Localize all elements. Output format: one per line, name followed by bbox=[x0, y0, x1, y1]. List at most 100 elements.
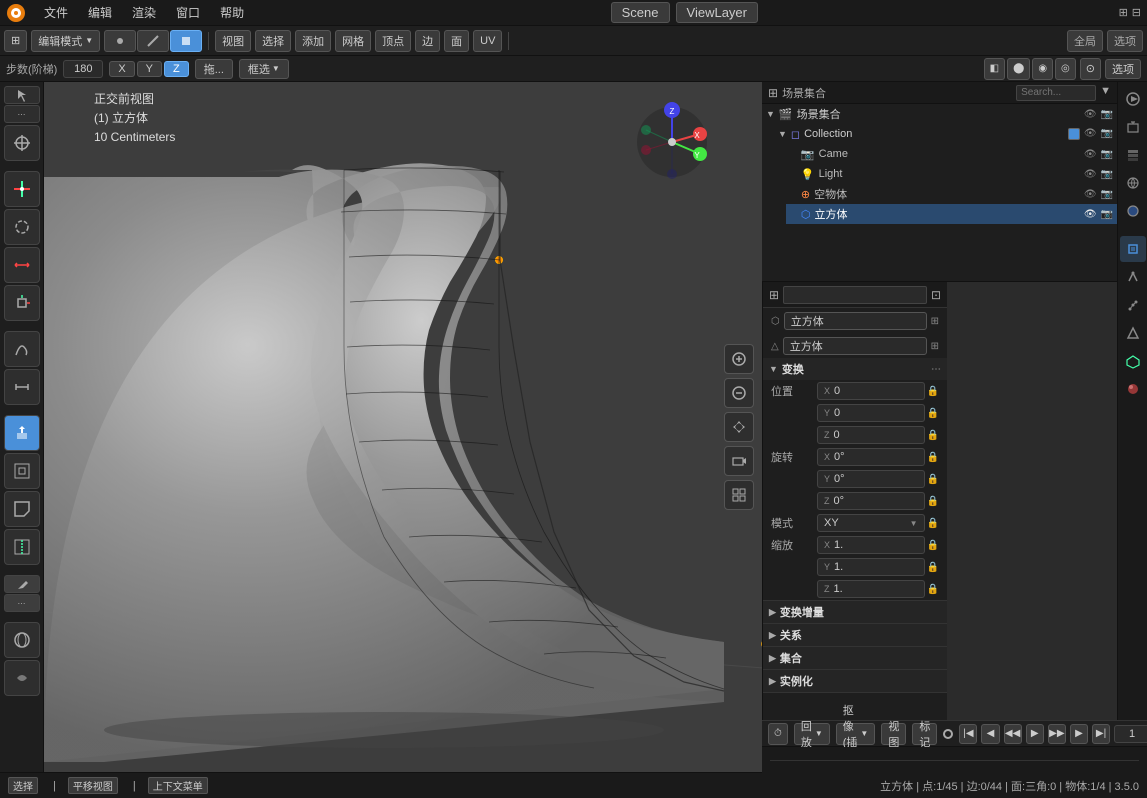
pos-x-lock[interactable]: 🔒 bbox=[927, 386, 939, 397]
output-props-btn[interactable] bbox=[1120, 114, 1146, 140]
bevel-btn[interactable] bbox=[4, 491, 40, 527]
rot-z-field[interactable]: Z 0° bbox=[817, 492, 925, 510]
pos-y-field[interactable]: Y 0 bbox=[817, 404, 925, 422]
material-view-btn[interactable]: ◉ bbox=[1032, 58, 1053, 80]
add-menu[interactable]: 添加 bbox=[295, 30, 331, 52]
uv-menu[interactable]: UV bbox=[473, 30, 502, 52]
vertex-menu[interactable]: 顶点 bbox=[375, 30, 411, 52]
scale-y-lock[interactable]: 🔒 bbox=[927, 562, 939, 573]
camera-render-icon[interactable]: 📷 bbox=[1101, 149, 1113, 160]
transform-header[interactable]: ▼ 变换 ⋯ bbox=[763, 358, 947, 380]
skip-to-start-btn[interactable]: |◀ bbox=[959, 724, 977, 744]
move-tool-btn[interactable] bbox=[4, 171, 40, 207]
prev-keyframe-btn[interactable]: ◀◀ bbox=[1004, 724, 1022, 744]
drag-btn[interactable]: 拖... bbox=[195, 59, 233, 79]
pos-x-field[interactable]: X 0 bbox=[817, 382, 925, 400]
view-menu[interactable]: 视图 bbox=[215, 30, 251, 52]
x-axis-btn[interactable]: X bbox=[109, 61, 134, 77]
bisect-btn[interactable]: ⋯ bbox=[4, 594, 40, 612]
collections-header[interactable]: ▶ 集合 bbox=[763, 647, 947, 669]
mode-field[interactable]: XY ▼ bbox=[817, 514, 925, 532]
viewport-gizmo[interactable]: X Y Z bbox=[632, 102, 712, 182]
props-expand-icon[interactable]: ⊡ bbox=[931, 288, 941, 302]
rot-y-lock[interactable]: 🔒 bbox=[927, 474, 939, 485]
viewport[interactable]: 正交前视图 (1) 立方体 10 Centimeters X Y bbox=[44, 82, 762, 772]
global-btn[interactable]: 全局 bbox=[1067, 30, 1103, 52]
mode-selector[interactable]: 编辑模式 ▼ bbox=[31, 30, 100, 52]
playback-dropdown[interactable]: 回放 ▼ bbox=[794, 723, 830, 745]
object-props-btn[interactable] bbox=[1120, 236, 1146, 262]
camera-item[interactable]: ▶ 📷 Came 👁 📷 bbox=[786, 144, 1117, 164]
y-axis-btn[interactable]: Y bbox=[137, 61, 162, 77]
scene-collection-item[interactable]: ▼ 🎬 场景集合 👁 📷 bbox=[762, 104, 1117, 124]
render-view-btn[interactable]: ◎ bbox=[1055, 58, 1076, 80]
menu-file[interactable]: 文件 bbox=[38, 2, 74, 23]
scene-camera-icon[interactable]: 📷 bbox=[1101, 109, 1113, 120]
vertex-mode-btn[interactable] bbox=[104, 30, 136, 52]
scale-x-field[interactable]: X 1. bbox=[817, 536, 925, 554]
physics-btn[interactable] bbox=[1120, 320, 1146, 346]
transform-delta-header[interactable]: ▶ 变换增量 bbox=[763, 601, 947, 623]
scale-tool-btn[interactable] bbox=[4, 247, 40, 283]
mesh-menu[interactable]: 网格 bbox=[335, 30, 371, 52]
props-search-input[interactable] bbox=[783, 286, 927, 304]
face-menu[interactable]: 面 bbox=[444, 30, 469, 52]
menu-render[interactable]: 渲染 bbox=[126, 2, 162, 23]
scene-props-btn[interactable] bbox=[1120, 170, 1146, 196]
pos-y-lock[interactable]: 🔒 bbox=[927, 408, 939, 419]
pos-z-field[interactable]: Z 0 bbox=[817, 426, 925, 444]
overlay-btn[interactable]: ⊙ bbox=[1080, 58, 1101, 80]
outliner-search[interactable] bbox=[1016, 85, 1096, 101]
editor-type-btn[interactable]: ⊞ bbox=[4, 30, 27, 52]
annotate-btn[interactable] bbox=[4, 331, 40, 367]
knife-btn[interactable] bbox=[4, 575, 40, 593]
current-frame-field[interactable]: 1 bbox=[1114, 725, 1147, 743]
tl-view-btn[interactable]: 视图 bbox=[881, 723, 906, 745]
camera-eye-icon[interactable]: 👁 bbox=[1084, 149, 1097, 160]
pan-btn[interactable] bbox=[724, 412, 754, 442]
render-props-btn[interactable] bbox=[1120, 86, 1146, 112]
select-menu[interactable]: 选择 bbox=[255, 30, 291, 52]
scene-selector[interactable]: Scene bbox=[611, 2, 670, 23]
cube-item[interactable]: ▶ ⬡ 立方体 👁 📷 bbox=[786, 204, 1117, 224]
pos-z-lock[interactable]: 🔒 bbox=[927, 430, 939, 441]
data-link-icon[interactable]: ⊞ bbox=[931, 341, 939, 352]
grid-view-btn[interactable] bbox=[724, 480, 754, 510]
scale-y-field[interactable]: Y 1. bbox=[817, 558, 925, 576]
prev-frame-btn[interactable]: ◀ bbox=[981, 724, 999, 744]
cube-render-icon[interactable]: 📷 bbox=[1101, 209, 1113, 220]
options-right-btn[interactable]: 选项 bbox=[1105, 59, 1141, 79]
face-mode-btn[interactable] bbox=[170, 30, 202, 52]
outliner-filter-icon[interactable]: ▼ bbox=[1100, 85, 1111, 101]
edge-mode-btn[interactable] bbox=[137, 30, 169, 52]
collection-render-icon[interactable]: 📷 bbox=[1101, 128, 1113, 140]
interp-dropdown[interactable]: 抠像(插帧) ▼ bbox=[836, 723, 876, 745]
object-name-field[interactable]: 立方体 bbox=[784, 312, 927, 330]
skip-to-end-btn[interactable]: ▶| bbox=[1092, 724, 1110, 744]
edge-menu[interactable]: 边 bbox=[415, 30, 440, 52]
relations-header[interactable]: ▶ 关系 bbox=[763, 624, 947, 646]
extrude-btn[interactable] bbox=[4, 415, 40, 451]
cursor-tool-btn[interactable] bbox=[4, 125, 40, 161]
collection-visibility-check[interactable] bbox=[1068, 128, 1080, 140]
scene-eye-icon[interactable]: 👁 bbox=[1084, 109, 1097, 120]
select-box-btn[interactable] bbox=[4, 86, 40, 104]
next-keyframe-btn[interactable]: ▶▶ bbox=[1048, 724, 1066, 744]
collection-item[interactable]: ▼ ◻ Collection 👁 📷 bbox=[774, 124, 1117, 144]
empty-item[interactable]: ▶ ⊕ 空物体 👁 📷 bbox=[786, 184, 1117, 204]
object-data-btn[interactable] bbox=[1120, 348, 1146, 374]
select-dropdown[interactable]: 框选 ▼ bbox=[239, 59, 289, 79]
play-btn[interactable]: ▶ bbox=[1026, 724, 1044, 744]
empty-eye-icon[interactable]: 👁 bbox=[1084, 189, 1097, 200]
light-render-icon[interactable]: 📷 bbox=[1101, 169, 1113, 180]
xray-toggle[interactable]: ◧ bbox=[984, 58, 1005, 80]
scale-x-lock[interactable]: 🔒 bbox=[927, 540, 939, 551]
transform-options-icon[interactable]: ⋯ bbox=[931, 364, 941, 375]
menu-help[interactable]: 帮助 bbox=[214, 2, 250, 23]
instancing-header[interactable]: ▶ 实例化 bbox=[763, 670, 947, 692]
options-btn[interactable]: 选项 bbox=[1107, 30, 1143, 52]
timeline-track[interactable] bbox=[762, 747, 1147, 773]
tl-marker-btn[interactable]: 标记 bbox=[912, 723, 937, 745]
modifiers-btn[interactable] bbox=[1120, 264, 1146, 290]
light-item[interactable]: ▶ 💡 Light 👁 📷 bbox=[786, 164, 1117, 184]
